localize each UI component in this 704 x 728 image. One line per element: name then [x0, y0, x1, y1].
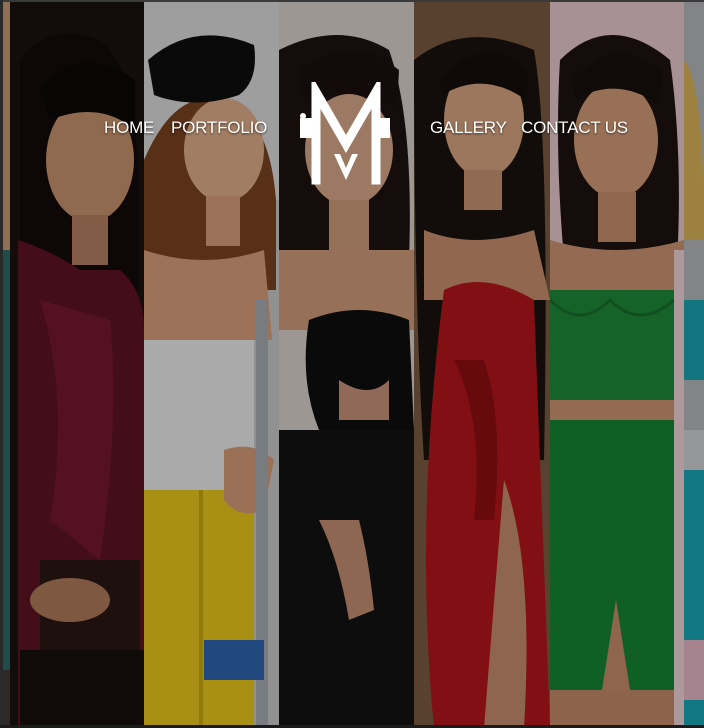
- model-photo-7: [684, 0, 704, 728]
- nav-gallery-link[interactable]: GALLERY: [430, 118, 507, 148]
- model-photo-strip-3: [144, 0, 279, 728]
- nav-portfolio-label: PORTFOLIO: [171, 118, 268, 137]
- nav-gallery-label: GALLERY: [430, 118, 507, 137]
- logo-mark: [300, 75, 390, 185]
- nav-home-label: HOME: [104, 118, 155, 137]
- frame-left-border: [0, 0, 3, 728]
- nav-contact-link[interactable]: CONTACT US: [521, 118, 628, 148]
- nav-contact-label: CONTACT US: [521, 118, 628, 137]
- model-photo-5: [414, 0, 550, 728]
- model-photo-3: [144, 0, 279, 728]
- m-monogram-logo-icon[interactable]: [294, 75, 394, 186]
- model-photo-strip-6: [550, 0, 684, 728]
- frame-top-border: [0, 0, 704, 2]
- model-photo-strip-7: [684, 0, 704, 728]
- model-photo-6: [550, 0, 684, 728]
- model-photo-2: [10, 0, 144, 728]
- model-photo-strip-5: [414, 0, 550, 728]
- nav-portfolio-link[interactable]: PORTFOLIO: [171, 118, 267, 148]
- hero-banner: HOME PORTFOLIO GALLERY CONTACT US: [0, 0, 704, 728]
- model-photo-strip-2: [10, 0, 144, 728]
- nav-home-link[interactable]: HOME: [104, 118, 154, 148]
